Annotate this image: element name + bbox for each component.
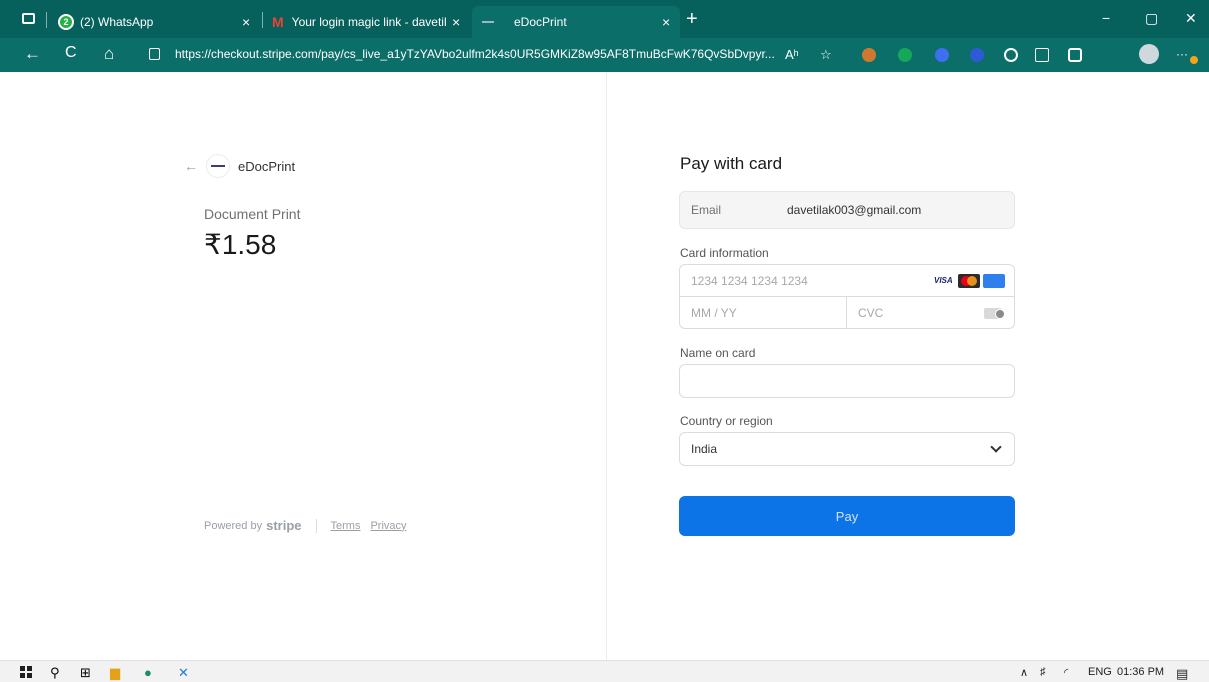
- country-value: India: [691, 442, 718, 456]
- checkout-footer: Powered by stripe Terms Privacy: [204, 518, 417, 533]
- close-tab-icon[interactable]: ×: [662, 14, 670, 30]
- pay-with-card-title: Pay with card: [680, 154, 783, 173]
- name-on-card-label: Name on card: [680, 346, 756, 360]
- notification-badge: [1190, 56, 1198, 64]
- cvc-input[interactable]: CVC: [847, 297, 1014, 329]
- card-number-placeholder: 1234 1234 1234 1234: [691, 273, 808, 288]
- search-icon[interactable]: ⚲: [50, 665, 60, 681]
- card-information-group: 1234 1234 1234 1234 VISA MM / YY CVC: [679, 264, 1015, 329]
- card-information-label: Card information: [680, 246, 769, 260]
- name-on-card-input[interactable]: [679, 364, 1015, 398]
- card-number-input[interactable]: 1234 1234 1234 1234 VISA: [680, 265, 1014, 297]
- task-view-icon[interactable]: ⊞: [80, 665, 91, 681]
- stripe-logo[interactable]: stripe: [266, 518, 301, 533]
- vscode-icon[interactable]: ✕: [178, 665, 189, 681]
- tab-label: (2) WhatsApp: [80, 15, 154, 29]
- card-expiry-cvc-row: MM / YY CVC: [680, 297, 1014, 329]
- powered-by-text: Powered by: [204, 519, 263, 532]
- extensions-icon[interactable]: [1004, 48, 1018, 62]
- panel-divider: [606, 72, 607, 660]
- browser-toolbar: ← C ⌂ https://checkout.stripe.com/pay/cs…: [0, 38, 1209, 72]
- read-aloud-icon[interactable]: Aʰ: [785, 47, 799, 62]
- tab-actions-icon[interactable]: [22, 13, 35, 24]
- clock[interactable]: 01:36 PM: [1117, 666, 1164, 678]
- checkout-page: ← eDocPrint Document Print ₹1.58 Powered…: [0, 72, 1209, 660]
- expiry-placeholder: MM / YY: [691, 306, 737, 320]
- merchant-header[interactable]: ← eDocPrint: [184, 154, 295, 178]
- reload-icon[interactable]: C: [65, 44, 77, 62]
- whatsapp-icon: 2: [58, 14, 74, 30]
- language-indicator[interactable]: ENG: [1088, 666, 1112, 678]
- new-tab-button[interactable]: +: [686, 9, 698, 29]
- extension-eye-icon[interactable]: [935, 48, 949, 62]
- product-name: Document Print: [204, 206, 301, 222]
- cvc-card-icon: [984, 308, 1005, 319]
- favorites-icon[interactable]: [1035, 48, 1049, 62]
- extension-fox-icon[interactable]: [862, 48, 876, 62]
- close-tab-icon[interactable]: ×: [242, 14, 250, 30]
- favorite-icon[interactable]: ☆: [820, 47, 832, 63]
- network-icon[interactable]: ♯: [1040, 666, 1046, 678]
- merchant-logo: [206, 154, 230, 178]
- email-label: Email: [691, 203, 722, 217]
- tab-edocprint[interactable]: eDocPrint ×: [472, 6, 680, 38]
- back-icon[interactable]: ←: [24, 44, 41, 64]
- country-label: Country or region: [680, 414, 773, 428]
- address-bar[interactable]: https://checkout.stripe.com/pay/cs_live_…: [175, 47, 775, 61]
- expiry-input[interactable]: MM / YY: [680, 297, 847, 329]
- windows-start-icon[interactable]: [20, 666, 32, 678]
- cvc-placeholder: CVC: [858, 306, 884, 320]
- chevron-down-icon: [990, 441, 1002, 453]
- back-arrow-icon[interactable]: ←: [184, 158, 198, 174]
- merchant-name: eDocPrint: [238, 158, 296, 174]
- amex-icon: [983, 274, 1005, 288]
- collections-icon[interactable]: [1068, 48, 1082, 62]
- total-price: ₹1.58: [204, 229, 277, 260]
- extension-grammarly-icon[interactable]: [898, 48, 912, 62]
- privacy-link[interactable]: Privacy: [370, 520, 406, 532]
- email-value: davetilak003@gmail.com: [787, 203, 922, 217]
- pay-button[interactable]: Pay: [679, 496, 1015, 536]
- close-tab-icon[interactable]: ×: [452, 14, 460, 30]
- terms-link[interactable]: Terms: [331, 520, 361, 532]
- show-hidden-icons[interactable]: ∧: [1020, 666, 1028, 679]
- lock-icon[interactable]: [149, 48, 160, 60]
- profile-avatar[interactable]: [1139, 44, 1159, 64]
- restore-button[interactable]: ▢: [1145, 10, 1158, 27]
- country-select[interactable]: India: [679, 432, 1015, 466]
- file-explorer-icon[interactable]: ▆: [110, 665, 120, 681]
- windows-taskbar: ⚲ ⊞ ▆ ● ✕ ∧ ♯ ◜ ENG 01:36 PM ▤: [0, 660, 1209, 682]
- browser-tab-bar: 2 (2) WhatsApp × M Your login magic link…: [0, 0, 1209, 38]
- tab-gmail[interactable]: M Your login magic link - davetilak ×: [272, 6, 468, 38]
- notifications-icon[interactable]: ▤: [1176, 666, 1188, 682]
- tab-label: eDocPrint: [514, 15, 567, 29]
- mastercard-icon: [958, 274, 980, 288]
- minimize-button[interactable]: −: [1102, 10, 1110, 26]
- home-icon[interactable]: ⌂: [104, 44, 114, 64]
- tab-label: Your login magic link - davetilak: [291, 15, 447, 29]
- tab-separator: [46, 12, 47, 28]
- edge-icon[interactable]: ●: [144, 665, 152, 680]
- gmail-icon: M: [272, 14, 284, 30]
- window-close-button[interactable]: ✕: [1185, 10, 1197, 27]
- footer-separator: [315, 518, 317, 533]
- email-field: Email davetilak003@gmail.com: [679, 191, 1015, 229]
- visa-icon: VISA: [934, 276, 953, 285]
- more-menu-icon[interactable]: ···: [1176, 47, 1188, 61]
- edocprint-favicon: [482, 21, 494, 23]
- tab-whatsapp[interactable]: 2 (2) WhatsApp ×: [58, 6, 258, 38]
- tab-separator: [262, 12, 263, 28]
- extension-circle-icon[interactable]: [970, 48, 984, 62]
- wifi-icon[interactable]: ◜: [1064, 666, 1068, 679]
